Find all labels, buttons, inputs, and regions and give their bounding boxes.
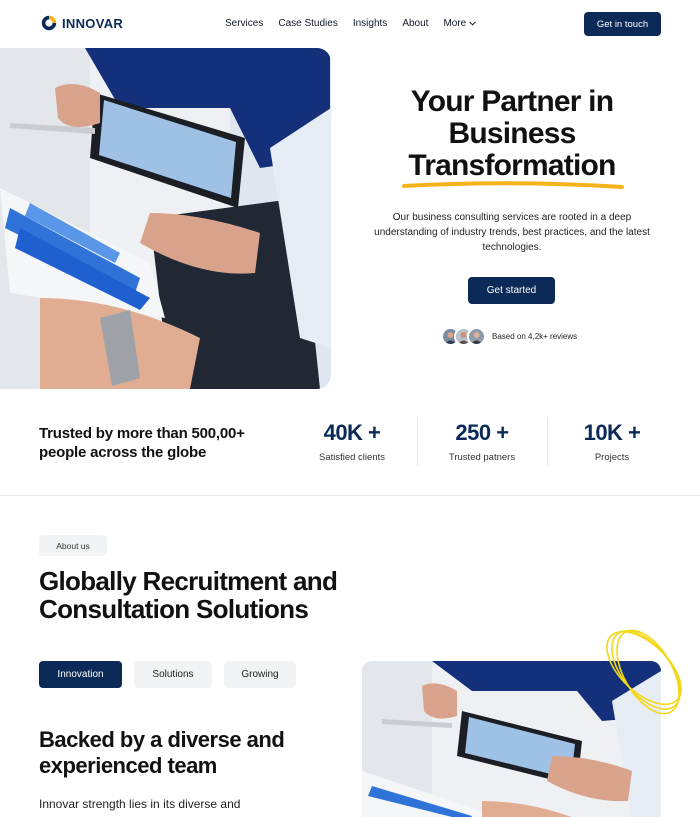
tab-solutions[interactable]: Solutions <box>134 661 212 688</box>
stat-label: Projects <box>594 452 630 463</box>
nav-item-case-studies[interactable]: Case Studies <box>278 18 337 29</box>
reviews-summary: Based on 4,2k+ reviews <box>441 327 577 346</box>
stat-label: Satisfied clients <box>318 452 385 463</box>
hero-description: Our business consulting services are roo… <box>374 212 650 253</box>
avatar <box>467 327 486 346</box>
team-heading: Backed by a diverse and experienced team <box>39 727 285 778</box>
team-description: Innovar strength lies in its diverse and <box>39 797 241 811</box>
get-started-button[interactable]: Get started <box>468 277 555 304</box>
nav-item-insights[interactable]: Insights <box>353 18 387 29</box>
stat-divider <box>547 418 548 466</box>
hero-image <box>0 48 331 389</box>
stat-projects: 10K + Projects <box>557 418 667 463</box>
reviews-count: Based on 4,2k+ reviews <box>492 332 578 341</box>
hero-headline: Your Partner in Business Transformation <box>380 86 644 182</box>
nav-item-about[interactable]: About <box>402 18 428 29</box>
chevron-down-icon <box>469 21 477 26</box>
brand-logo[interactable]: INNOVAR <box>40 14 123 32</box>
get-in-touch-button[interactable]: Get in touch <box>584 12 661 36</box>
main-menu: Services Case Studies Insights About Mor… <box>225 18 477 29</box>
about-us-badge: About us <box>39 535 107 556</box>
logo-icon <box>41 15 57 31</box>
hero-title-line-1: Your Partner in <box>410 85 614 118</box>
stat-satisfied-clients: 40K + Satisfied clients <box>297 418 407 463</box>
tab-innovation[interactable]: Innovation <box>39 661 122 688</box>
brand-name: INNOVAR <box>62 15 124 31</box>
nav-item-more-label: More <box>443 18 467 29</box>
nav-item-services[interactable]: Services <box>225 18 263 29</box>
stat-divider <box>417 418 418 466</box>
stat-trusted-partners: 250 + Trusted patners <box>427 418 537 463</box>
about-heading: Globally Recruitment and Consultation So… <box>39 566 338 624</box>
nav-item-more[interactable]: More <box>443 18 477 29</box>
trusted-headline: Trusted by more than 500,00+ people acro… <box>39 425 245 461</box>
hero-title-line-2: Business <box>448 117 577 150</box>
hero-photo-illustration <box>0 48 331 389</box>
stat-value: 10K + <box>583 420 641 445</box>
stat-value: 250 + <box>455 420 509 445</box>
top-navbar: INNOVAR Services Case Studies Insights A… <box>0 0 700 48</box>
section-divider <box>0 495 700 496</box>
tab-growing[interactable]: Growing <box>224 661 296 688</box>
stat-label: Trusted patners <box>448 452 516 463</box>
highlight-underline <box>402 181 624 189</box>
stat-value: 40K + <box>323 420 381 445</box>
decorative-rings <box>606 629 682 715</box>
